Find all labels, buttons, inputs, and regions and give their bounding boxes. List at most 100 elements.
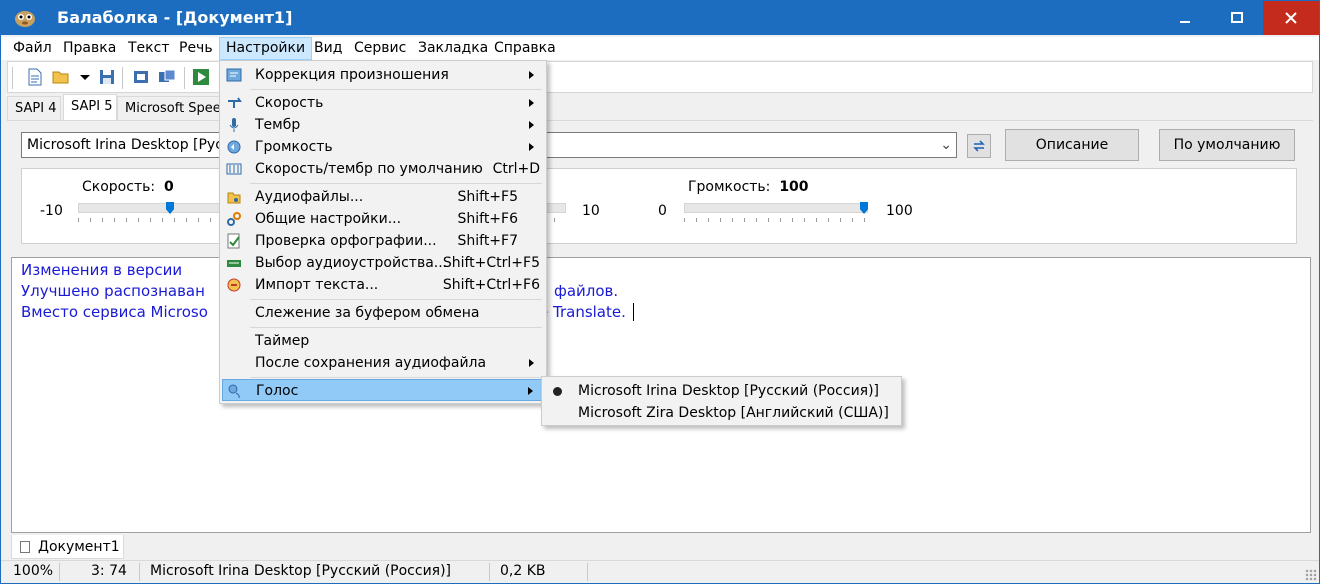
maximize-icon bbox=[1231, 12, 1243, 23]
menu-item-audio-files[interactable]: Аудиофайлы... Shift+F5 bbox=[222, 186, 544, 208]
minimize-icon bbox=[1180, 21, 1190, 23]
status-voice: Microsoft Irina Desktop [Русский (Россия… bbox=[150, 563, 452, 579]
editor-line-1: Изменения в версии bbox=[21, 261, 183, 279]
submenu-arrow-icon bbox=[529, 71, 534, 79]
tab-microsoft-speech[interactable]: Microsoft Spee bbox=[117, 96, 221, 120]
status-position: 3: 74 bbox=[91, 563, 127, 579]
voice-icon bbox=[228, 384, 240, 399]
menu-item-spellcheck[interactable]: Проверка орфографии... Shift+F7 bbox=[222, 230, 544, 252]
defaults-button[interactable]: По умолчанию bbox=[1159, 129, 1295, 161]
settings-menu: Коррекция произношения Скорость Тембр Гр… bbox=[219, 60, 547, 404]
menu-bookmark[interactable]: Закладка bbox=[412, 37, 494, 60]
status-separator bbox=[587, 563, 588, 581]
submenu-arrow-icon bbox=[528, 387, 533, 395]
split-audio-icon[interactable] bbox=[158, 68, 176, 86]
volume-value: 100 bbox=[779, 179, 809, 195]
speed-label: Скорость: 0 bbox=[82, 179, 174, 195]
menu-item-speed[interactable]: Скорость bbox=[222, 92, 544, 114]
volume-slider[interactable] bbox=[684, 203, 868, 213]
import-text-icon bbox=[227, 278, 241, 292]
audio-device-icon bbox=[227, 260, 241, 267]
settings-icon bbox=[227, 212, 241, 226]
pronunciation-icon bbox=[226, 68, 242, 82]
submenu-arrow-icon bbox=[529, 143, 534, 151]
resize-grip[interactable] bbox=[1305, 569, 1317, 581]
sliders-panel: Скорость: 0 -10 10 Громкость: 100 0 100 bbox=[21, 168, 1297, 244]
menu-item-voice[interactable]: Голос bbox=[222, 379, 544, 401]
pitch-max-label: 10 bbox=[582, 203, 600, 219]
document-icon bbox=[20, 541, 30, 553]
menu-item-general-settings[interactable]: Общие настройки... Shift+F6 bbox=[222, 208, 544, 230]
audio-files-icon bbox=[227, 192, 241, 204]
menu-separator bbox=[250, 89, 542, 90]
submenu-arrow-icon bbox=[529, 99, 534, 107]
voice-option-irina[interactable]: Microsoft Irina Desktop [Русский (Россия… bbox=[544, 380, 899, 402]
save-audio-icon[interactable] bbox=[132, 68, 150, 86]
menu-item-pitch[interactable]: Тембр bbox=[222, 114, 544, 136]
refresh-icon bbox=[973, 140, 985, 152]
status-separator bbox=[59, 563, 60, 581]
chevron-down-icon[interactable] bbox=[76, 68, 94, 86]
app-window: Балаболка - [Документ1] Файл Правка Текс… bbox=[0, 0, 1320, 584]
menu-item-audio-device[interactable]: Выбор аудиоустройства... Shift+Ctrl+F5 bbox=[222, 252, 544, 274]
balabolka-logo-icon bbox=[15, 11, 35, 27]
document-tabs: Документ1 bbox=[11, 535, 1311, 559]
menu-item-clipboard-monitor[interactable]: Слежение за буфером обмена bbox=[222, 302, 544, 324]
chevron-down-icon: ⌄ bbox=[940, 137, 952, 153]
status-bar: 100% 3: 74 Microsoft Irina Desktop [Русс… bbox=[1, 560, 1319, 583]
menu-view[interactable]: Вид bbox=[308, 37, 348, 60]
open-folder-icon[interactable] bbox=[52, 68, 70, 86]
menu-file[interactable]: Файл bbox=[7, 37, 58, 60]
speed-icon bbox=[228, 97, 242, 108]
speed-value: 0 bbox=[163, 179, 174, 195]
volume-max-label: 100 bbox=[886, 203, 913, 219]
menu-speech[interactable]: Речь bbox=[173, 37, 219, 60]
menu-edit[interactable]: Правка bbox=[57, 37, 122, 60]
speed-min-label: -10 bbox=[40, 203, 63, 219]
toolbar-separator bbox=[184, 67, 185, 89]
menu-separator bbox=[250, 377, 542, 378]
editor-line-2-tail: файлов. bbox=[554, 282, 619, 300]
volume-slider-ticks bbox=[684, 218, 868, 222]
menu-help[interactable]: Справка bbox=[488, 37, 562, 60]
status-separator bbox=[139, 563, 140, 581]
describe-button[interactable]: Описание bbox=[1005, 129, 1139, 161]
save-icon[interactable] bbox=[98, 68, 116, 86]
refresh-voices-button[interactable] bbox=[967, 134, 991, 158]
menu-settings[interactable]: Настройки bbox=[219, 37, 313, 60]
toolbar bbox=[7, 61, 1313, 93]
menu-item-volume[interactable]: Громкость bbox=[222, 136, 544, 158]
text-cursor bbox=[633, 303, 634, 321]
menu-item-after-save[interactable]: После сохранения аудиофайла bbox=[222, 352, 544, 374]
close-icon bbox=[1285, 12, 1297, 24]
menu-service[interactable]: Сервис bbox=[348, 37, 412, 60]
voice-option-zira[interactable]: Microsoft Zira Desktop [Английский (США)… bbox=[544, 402, 899, 424]
equalizer-icon bbox=[226, 163, 242, 175]
play-icon[interactable] bbox=[192, 68, 210, 86]
status-size: 0,2 KB bbox=[500, 563, 546, 579]
voice-submenu: Microsoft Irina Desktop [Русский (Россия… bbox=[541, 376, 902, 426]
menu-item-import-text[interactable]: Импорт текста... Shift+Ctrl+F6 bbox=[222, 274, 544, 296]
menu-item-default-speed-pitch[interactable]: Скорость/тембр по умолчанию Ctrl+D bbox=[222, 158, 544, 180]
volume-min-label: 0 bbox=[658, 203, 667, 219]
close-button[interactable] bbox=[1263, 1, 1319, 35]
new-document-icon[interactable] bbox=[26, 68, 44, 86]
tab-sapi5[interactable]: SAPI 5 bbox=[63, 94, 117, 120]
minimize-button[interactable] bbox=[1159, 1, 1211, 35]
menu-text[interactable]: Текст bbox=[122, 37, 175, 60]
menu-bar: Файл Правка Текст Речь Настройки Вид Сер… bbox=[1, 37, 1319, 60]
title-bar[interactable]: Балаболка - [Документ1] bbox=[1, 1, 1319, 35]
menu-item-timer[interactable]: Таймер bbox=[222, 330, 544, 352]
menu-separator bbox=[250, 183, 542, 184]
editor-line-3: Вместо сервиса Microso bbox=[21, 303, 208, 321]
toolbar-grip bbox=[12, 67, 13, 89]
spellcheck-icon bbox=[227, 233, 240, 249]
submenu-arrow-icon bbox=[529, 121, 534, 129]
volume-icon bbox=[227, 140, 241, 154]
tab-sapi4[interactable]: SAPI 4 bbox=[7, 96, 61, 120]
voice-select-value: Microsoft Irina Desktop [Русс bbox=[27, 137, 231, 153]
menu-item-pronunciation[interactable]: Коррекция произношения bbox=[222, 64, 544, 86]
maximize-button[interactable] bbox=[1211, 1, 1263, 35]
editor-line-3-tail: e Translate. bbox=[539, 303, 626, 321]
tab-document1[interactable]: Документ1 bbox=[11, 535, 124, 559]
